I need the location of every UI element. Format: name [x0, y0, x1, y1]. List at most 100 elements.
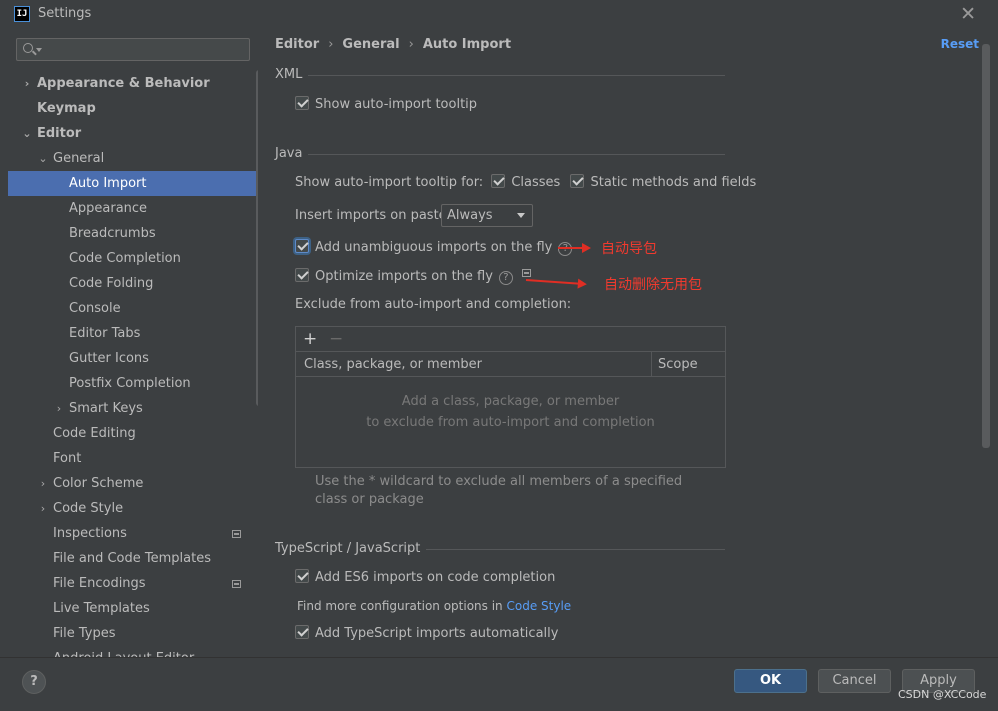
sidebar-item[interactable]: File and Code Templates — [8, 546, 256, 571]
sidebar-item[interactable]: › Appearance & Behavior — [8, 71, 256, 96]
java-classes-label[interactable]: Classes — [511, 175, 560, 190]
sidebar-item[interactable]: Android Layout Editor — [8, 646, 256, 657]
dialog-button-bar: ? OK Cancel Apply CSDN @XCCode — [0, 657, 998, 711]
add-unambiguous-checkbox[interactable] — [295, 239, 309, 253]
ts-auto-imports-label: Add TypeScript imports automatically — [315, 626, 559, 641]
xml-section-divider — [275, 75, 725, 76]
exclude-table-header: Class, package, or member Scope — [296, 352, 725, 377]
content-scrollbar[interactable] — [982, 44, 990, 448]
sidebar-item-label: Appearance & Behavior — [37, 76, 210, 91]
close-icon[interactable]: ✕ — [960, 3, 976, 25]
sidebar-item[interactable]: Live Templates — [8, 596, 256, 621]
annotation-auto-import: 自动导包 — [601, 241, 657, 257]
xml-show-tooltip-checkbox[interactable] — [295, 96, 309, 110]
optimize-imports-checkbox[interactable] — [295, 268, 309, 282]
ts-auto-imports-row[interactable]: Add TypeScript imports automatically — [295, 625, 558, 643]
java-static-methods-label[interactable]: Static methods and fields — [590, 175, 756, 190]
es6-imports-row[interactable]: Add ES6 imports on code completion — [295, 569, 555, 587]
column-header-class[interactable]: Class, package, or member — [304, 352, 482, 377]
sidebar-item-label: Appearance — [69, 201, 148, 216]
chevron-right-icon[interactable]: › — [38, 496, 48, 521]
sidebar-item[interactable]: Appearance — [8, 196, 256, 221]
search-icon — [23, 43, 33, 53]
xml-show-tooltip-row[interactable]: Show auto-import tooltip — [295, 96, 477, 114]
sidebar-item-label: Editor — [37, 126, 82, 141]
settings-search-input[interactable] — [17, 39, 249, 60]
help-question-icon[interactable]: ? — [558, 242, 573, 256]
empty-table-text-1: Add a class, package, or member — [401, 394, 620, 409]
project-level-icon — [232, 580, 241, 588]
sidebar-item-label: Android Layout Editor — [53, 646, 194, 657]
sidebar-item[interactable]: ⌄ General — [8, 146, 256, 171]
insert-on-paste-value: Always — [447, 208, 493, 223]
sidebar-item[interactable]: › Smart Keys — [8, 396, 256, 421]
ok-button[interactable]: OK — [734, 669, 807, 693]
cancel-button[interactable]: Cancel — [818, 669, 891, 693]
java-classes-checkbox[interactable] — [491, 174, 506, 188]
chevron-right-icon[interactable]: › — [38, 471, 48, 496]
sidebar-item[interactable]: Code Completion — [8, 246, 256, 271]
sidebar-item[interactable]: Postfix Completion — [8, 371, 256, 396]
sidebar-item-label: Postfix Completion — [69, 376, 191, 391]
search-history-chevron-icon[interactable] — [36, 48, 42, 55]
column-header-scope[interactable]: Scope — [658, 352, 698, 377]
exclude-table-toolbar: + − — [296, 327, 725, 352]
help-button[interactable]: ? — [22, 670, 46, 694]
sidebar-item[interactable]: › Code Style — [8, 496, 256, 521]
remove-icon[interactable]: − — [329, 329, 343, 349]
chevron-down-icon[interactable]: ⌄ — [38, 146, 48, 171]
annotation-arrow-auto-import — [558, 243, 591, 253]
add-unambiguous-row[interactable]: Add unambiguous imports on the fly? — [295, 239, 573, 257]
sidebar-item-label: Keymap — [37, 101, 96, 116]
wildcard-hint: Use the * wildcard to exclude all member… — [315, 474, 683, 507]
sidebar-item-label: Gutter Icons — [69, 351, 149, 366]
sidebar-item[interactable]: Breadcrumbs — [8, 221, 256, 246]
sidebar-item[interactable]: Editor Tabs — [8, 321, 256, 346]
xml-section-title: XML — [275, 67, 309, 82]
ts-auto-imports-checkbox[interactable] — [295, 625, 309, 639]
sidebar-item[interactable]: File Types — [8, 621, 256, 646]
sidebar-item[interactable]: Keymap — [8, 96, 256, 121]
sidebar-item-label: Smart Keys — [69, 401, 143, 416]
sidebar-item[interactable]: Inspections — [8, 521, 256, 546]
intellij-app-icon: IJ — [14, 6, 30, 22]
sidebar-item[interactable]: ⌄ Editor — [8, 121, 256, 146]
sidebar-item[interactable]: Auto Import — [8, 171, 256, 196]
reset-link[interactable]: Reset — [941, 37, 979, 51]
sidebar-item[interactable]: Code Editing — [8, 421, 256, 446]
java-static-methods-checkbox[interactable] — [570, 174, 585, 188]
es6-imports-checkbox[interactable] — [295, 569, 309, 583]
sidebar-item-label: Code Editing — [53, 426, 136, 441]
add-icon[interactable]: + — [303, 329, 317, 349]
sidebar-item[interactable]: File Encodings — [8, 571, 256, 596]
chevron-down-icon[interactable]: ⌄ — [22, 121, 32, 146]
java-tooltip-for-label: Show auto-import tooltip for: — [295, 175, 484, 190]
sidebar-item[interactable]: › Color Scheme — [8, 471, 256, 496]
settings-content: Editor › General › Auto Import Reset XML Sho… — [258, 30, 998, 657]
column-separator — [651, 352, 652, 377]
insert-on-paste-label: Insert imports on paste: — [295, 208, 452, 223]
code-style-link[interactable]: Code Style — [507, 599, 572, 613]
sidebar-item[interactable]: Font — [8, 446, 256, 471]
sidebar-item[interactable]: Console — [8, 296, 256, 321]
breadcrumb-editor: Editor — [275, 37, 320, 52]
settings-search-box[interactable] — [16, 38, 250, 61]
xml-show-tooltip-label: Show auto-import tooltip — [315, 97, 478, 112]
sidebar-item[interactable]: Gutter Icons — [8, 346, 256, 371]
sidebar-item-label: File and Code Templates — [53, 551, 211, 566]
optimize-imports-row[interactable]: Optimize imports on the fly? — [295, 268, 531, 286]
sidebar-item-label: General — [53, 151, 105, 166]
sidebar-item-label: Editor Tabs — [69, 326, 141, 341]
breadcrumb-general: General — [342, 37, 400, 52]
add-unambiguous-label: Add unambiguous imports on the fly — [315, 240, 553, 255]
chevron-right-icon[interactable]: › — [54, 396, 64, 421]
settings-tree: › Appearance & Behavior Keymap ⌄ Editor ⌄ Gene… — [8, 71, 256, 657]
empty-table-text-2: to exclude from auto-import and completi… — [366, 415, 655, 430]
es6-imports-label: Add ES6 imports on code completion — [315, 570, 556, 585]
sidebar-item[interactable]: Code Folding — [8, 271, 256, 296]
insert-on-paste-select[interactable]: Always — [441, 204, 533, 227]
sidebar-item-label: Inspections — [53, 526, 127, 541]
help-question-icon[interactable]: ? — [498, 271, 513, 285]
optimize-imports-label: Optimize imports on the fly — [315, 269, 493, 284]
chevron-right-icon[interactable]: › — [22, 71, 32, 96]
